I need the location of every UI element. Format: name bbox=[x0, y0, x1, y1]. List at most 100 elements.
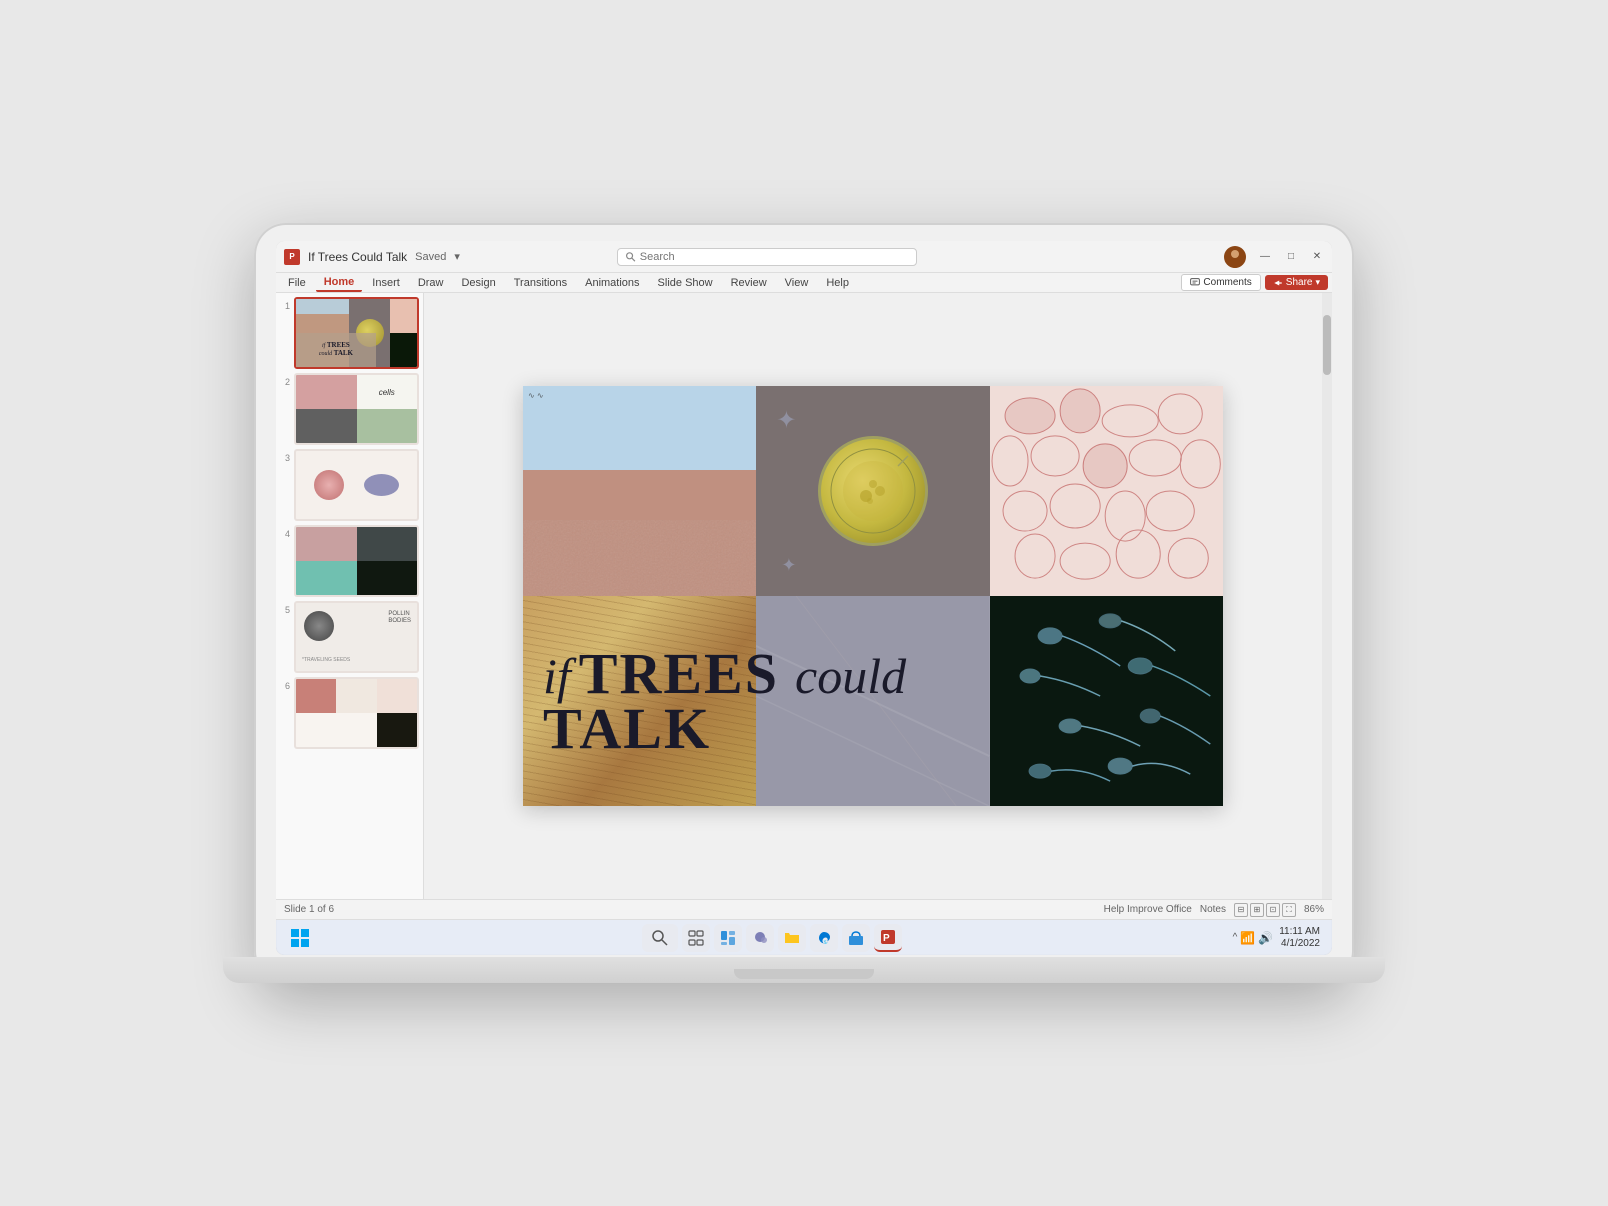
tab-file[interactable]: File bbox=[280, 275, 314, 291]
start-button[interactable] bbox=[288, 926, 312, 950]
tab-help[interactable]: Help bbox=[818, 275, 857, 291]
taskbar-powerpoint[interactable]: P bbox=[874, 924, 902, 952]
search-icon bbox=[626, 252, 636, 262]
slide-preview-3 bbox=[294, 449, 419, 521]
slide-preview-5: POLLINBODIES *TRAVELING SEEDS bbox=[294, 601, 419, 673]
taskbar-time[interactable]: 11:11 AM 4/1/2022 bbox=[1279, 926, 1320, 950]
powerpoint-logo: P bbox=[284, 249, 300, 265]
taskbar-chat[interactable] bbox=[746, 924, 774, 952]
slide3-circle bbox=[314, 470, 344, 500]
taskbar-widgets[interactable] bbox=[714, 924, 742, 952]
maximize-button[interactable]: □ bbox=[1284, 250, 1298, 264]
slide3-oval bbox=[364, 474, 399, 496]
share-icon bbox=[1273, 278, 1283, 288]
taskbar-store[interactable] bbox=[842, 924, 870, 952]
close-button[interactable]: ✕ bbox=[1310, 250, 1324, 264]
taskbar-right: ^ 📶 🔊 11:11 AM 4/1/2022 bbox=[1233, 926, 1320, 950]
tab-transitions[interactable]: Transitions bbox=[506, 275, 575, 291]
slide-preview-6 bbox=[294, 677, 419, 749]
microscope-specimen bbox=[818, 436, 928, 546]
explorer-icon bbox=[783, 929, 801, 947]
help-text: Help Improve Office bbox=[1104, 904, 1192, 915]
slide-canvas[interactable]: ∿ ∿ ✦ ✦ bbox=[523, 386, 1223, 806]
store-icon bbox=[848, 930, 864, 946]
search-box[interactable] bbox=[617, 248, 917, 266]
slide-canvas-area: ∿ ∿ ✦ ✦ bbox=[424, 293, 1322, 899]
cell-pink-texture bbox=[523, 470, 756, 596]
slide-thumb-6[interactable]: 6 bbox=[280, 677, 419, 749]
tray-sound: 🔊 bbox=[1258, 931, 1273, 945]
saved-arrow[interactable]: ▾ bbox=[454, 250, 460, 263]
cell-tissue-svg bbox=[990, 386, 1223, 596]
tab-animations[interactable]: Animations bbox=[577, 275, 647, 291]
slide-thumb-5[interactable]: 5 POLLINBODIES *TRAVELING SEEDS bbox=[280, 601, 419, 673]
cell-top-middle: ✦ ✦ bbox=[756, 386, 989, 596]
tab-insert[interactable]: Insert bbox=[364, 275, 408, 291]
cell-bottom-right bbox=[990, 596, 1223, 806]
comments-button[interactable]: Comments bbox=[1181, 274, 1260, 291]
scrollbar[interactable] bbox=[1322, 293, 1332, 899]
statusbar: Slide 1 of 6 Help Improve Office Notes ⊟… bbox=[276, 899, 1332, 919]
edge-icon bbox=[816, 930, 832, 946]
cell-sky bbox=[523, 386, 756, 470]
slide-info: Slide 1 of 6 bbox=[284, 904, 334, 915]
sparkle-1: ✦ bbox=[776, 406, 796, 435]
gray-texture-svg bbox=[756, 596, 989, 806]
slide-number-5: 5 bbox=[280, 601, 290, 615]
wood-grain bbox=[523, 596, 756, 806]
grid-view-button[interactable]: ⊞ bbox=[1250, 903, 1264, 917]
slide-thumb-1[interactable]: 1 bbox=[280, 297, 419, 369]
main-area: 1 bbox=[276, 293, 1332, 899]
taskbar-explorer[interactable] bbox=[778, 924, 806, 952]
search-input[interactable] bbox=[640, 251, 908, 263]
svg-text:P: P bbox=[883, 933, 890, 944]
share-button[interactable]: Share ▾ bbox=[1265, 275, 1328, 290]
tab-review[interactable]: Review bbox=[723, 275, 775, 291]
taskbar-edge[interactable] bbox=[810, 924, 838, 952]
minimize-button[interactable]: — bbox=[1258, 250, 1272, 264]
tab-slideshow[interactable]: Slide Show bbox=[650, 275, 721, 291]
cell-top-left: ∿ ∿ bbox=[523, 386, 756, 596]
slide-number-3: 3 bbox=[280, 449, 290, 463]
cell-bottom-left bbox=[523, 596, 756, 806]
widgets-icon bbox=[720, 930, 736, 946]
slide-thumb-2[interactable]: 2 cells bbox=[280, 373, 419, 445]
fullscreen-button[interactable]: ⛶ bbox=[1282, 903, 1296, 917]
laptop-base bbox=[223, 957, 1385, 983]
chat-icon bbox=[752, 930, 768, 946]
tab-home[interactable]: Home bbox=[316, 274, 363, 292]
user-avatar bbox=[1224, 246, 1246, 268]
comments-icon bbox=[1190, 278, 1200, 288]
laptop-screen: P If Trees Could Talk Saved ▾ — bbox=[276, 241, 1332, 955]
tab-design[interactable]: Design bbox=[453, 275, 503, 291]
notes-button[interactable]: Notes bbox=[1200, 904, 1226, 915]
tab-view[interactable]: View bbox=[777, 275, 817, 291]
tray-wifi: 📶 bbox=[1240, 931, 1255, 945]
slide-preview-1: if TREES could TALK bbox=[294, 297, 419, 369]
zoom-level: 86% bbox=[1304, 904, 1324, 915]
slide-number-2: 2 bbox=[280, 373, 290, 387]
tab-draw[interactable]: Draw bbox=[410, 275, 452, 291]
slide-panel: 1 bbox=[276, 293, 424, 899]
slide-thumb-4[interactable]: 4 bbox=[280, 525, 419, 597]
taskbar-taskview[interactable] bbox=[682, 924, 710, 952]
sparkle-2: ✦ bbox=[781, 555, 796, 576]
taskbar-search[interactable] bbox=[642, 924, 678, 952]
slide-preview-2: cells bbox=[294, 373, 419, 445]
slide-thumb-3[interactable]: 3 bbox=[280, 449, 419, 521]
ribbon-tabs: File Home Insert Draw Design Transitions… bbox=[276, 273, 1332, 293]
slide-number-4: 4 bbox=[280, 525, 290, 539]
windows-logo bbox=[290, 928, 310, 948]
tray-chevron[interactable]: ^ bbox=[1233, 932, 1238, 943]
logo-letter: P bbox=[289, 252, 294, 261]
cell-svg bbox=[828, 446, 918, 536]
normal-view-button[interactable]: ⊟ bbox=[1234, 903, 1248, 917]
document-title: If Trees Could Talk bbox=[308, 250, 407, 264]
presenter-view-button[interactable]: ⊡ bbox=[1266, 903, 1280, 917]
taskview-icon bbox=[688, 930, 704, 946]
taskbar-search-icon bbox=[652, 930, 668, 946]
titlebar: P If Trees Could Talk Saved ▾ — bbox=[276, 241, 1332, 273]
scroll-thumb[interactable] bbox=[1323, 315, 1331, 375]
cell-top-right bbox=[990, 386, 1223, 596]
laptop-notch bbox=[734, 969, 874, 979]
